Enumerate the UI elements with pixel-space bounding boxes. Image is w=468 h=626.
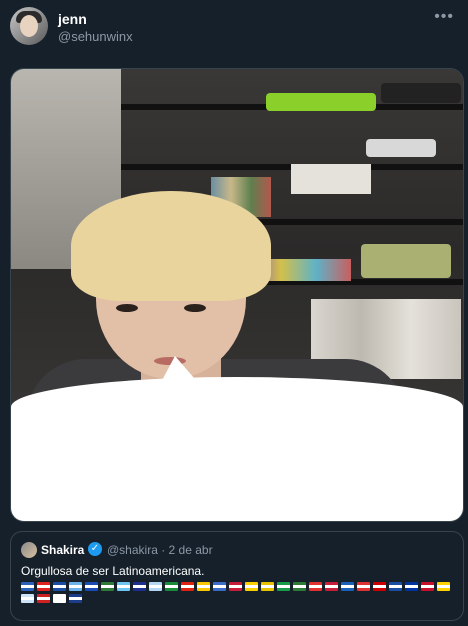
flag-emoji-icon [133, 582, 146, 591]
right-eye [184, 304, 206, 312]
tweet-image[interactable] [10, 68, 464, 522]
flag-emoji-icon [197, 582, 210, 591]
flag-emoji-icon [245, 582, 258, 591]
toy-car-green [266, 93, 376, 111]
flag-emoji-icon [149, 582, 162, 591]
quoted-author-name[interactable]: Shakira [41, 543, 84, 557]
flag-emoji-icon [341, 582, 354, 591]
flag-emoji-icon [53, 582, 66, 591]
flag-emoji-icon [261, 582, 274, 591]
flag-emoji-icon [165, 582, 178, 591]
flag-emoji-icon [421, 582, 434, 591]
flag-emoji-icon [325, 582, 338, 591]
author-handle[interactable]: @sehunwinx [58, 29, 133, 44]
flag-emoji-icon [85, 582, 98, 591]
flag-emoji-icon [37, 594, 50, 603]
flag-emoji-icon [181, 582, 194, 591]
more-icon[interactable]: ••• [434, 8, 454, 26]
flag-emoji-icon [53, 594, 66, 603]
flag-emoji-row [21, 582, 451, 603]
flag-emoji-icon [437, 582, 450, 591]
flag-emoji-icon [229, 582, 242, 591]
flag-emoji-icon [117, 582, 130, 591]
flag-emoji-icon [69, 582, 82, 591]
flag-emoji-icon [21, 594, 34, 603]
flag-emoji-icon [373, 582, 386, 591]
toy-car-black [381, 83, 461, 103]
flag-emoji-icon [405, 582, 418, 591]
author-name[interactable]: jenn [58, 11, 87, 27]
author-avatar[interactable] [10, 7, 48, 45]
tweet-header: jenn @sehunwinx ••• [0, 0, 468, 60]
speech-bubble [11, 377, 463, 521]
flag-emoji-icon [21, 582, 34, 591]
hair [71, 191, 271, 301]
flag-emoji-icon [69, 594, 82, 603]
flag-emoji-icon [37, 582, 50, 591]
flag-emoji-icon [277, 582, 290, 591]
flag-emoji-icon [389, 582, 402, 591]
flag-emoji-icon [213, 582, 226, 591]
quoted-author-meta: @shakira · 2 de abr [107, 543, 213, 557]
quoted-tweet[interactable]: Shakira ✓ @shakira · 2 de abr Orgullosa … [10, 531, 464, 621]
verified-badge-icon: ✓ [88, 542, 102, 556]
quoted-text: Orgullosa de ser Latinoamericana. [21, 564, 205, 578]
left-eye [116, 304, 138, 312]
flag-emoji-icon [309, 582, 322, 591]
flag-emoji-icon [101, 582, 114, 591]
flag-emoji-icon [357, 582, 370, 591]
flag-emoji-icon [293, 582, 306, 591]
quoted-author-avatar[interactable] [21, 542, 37, 558]
